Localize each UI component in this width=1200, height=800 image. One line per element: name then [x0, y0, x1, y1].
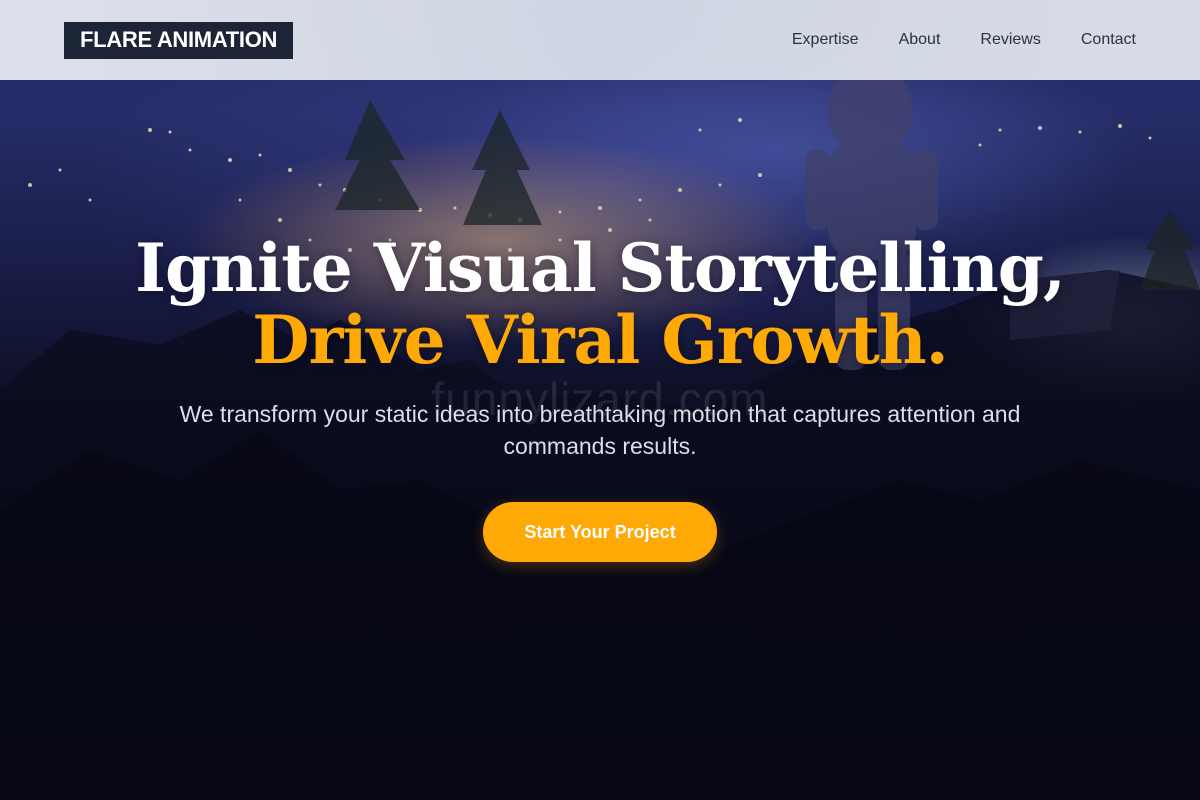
nav-link-reviews[interactable]: Reviews	[980, 31, 1040, 49]
nav-link-expertise[interactable]: Expertise	[792, 31, 859, 49]
headline-line-2: Drive Viral Growth.	[252, 301, 949, 379]
hero-subtitle: We transform your static ideas into brea…	[179, 401, 1021, 459]
hero-headline: Ignite Visual Storytelling, Drive Viral …	[0, 232, 1200, 376]
nav-link-about[interactable]: About	[899, 31, 941, 49]
page: funnylizard.com FLARE ANIMATION Expertis…	[0, 0, 1200, 800]
logo[interactable]: FLARE ANIMATION	[64, 21, 294, 59]
navbar: FLARE ANIMATION Expertise About Reviews …	[0, 0, 1200, 80]
hero-section: Ignite Visual Storytelling, Drive Viral …	[0, 232, 1200, 562]
nav-link-contact[interactable]: Contact	[1081, 31, 1136, 49]
nav-links: Expertise About Reviews Contact	[792, 31, 1136, 49]
headline-line-1: Ignite Visual Storytelling,	[135, 229, 1066, 307]
start-project-button[interactable]: Start Your Project	[483, 502, 717, 562]
